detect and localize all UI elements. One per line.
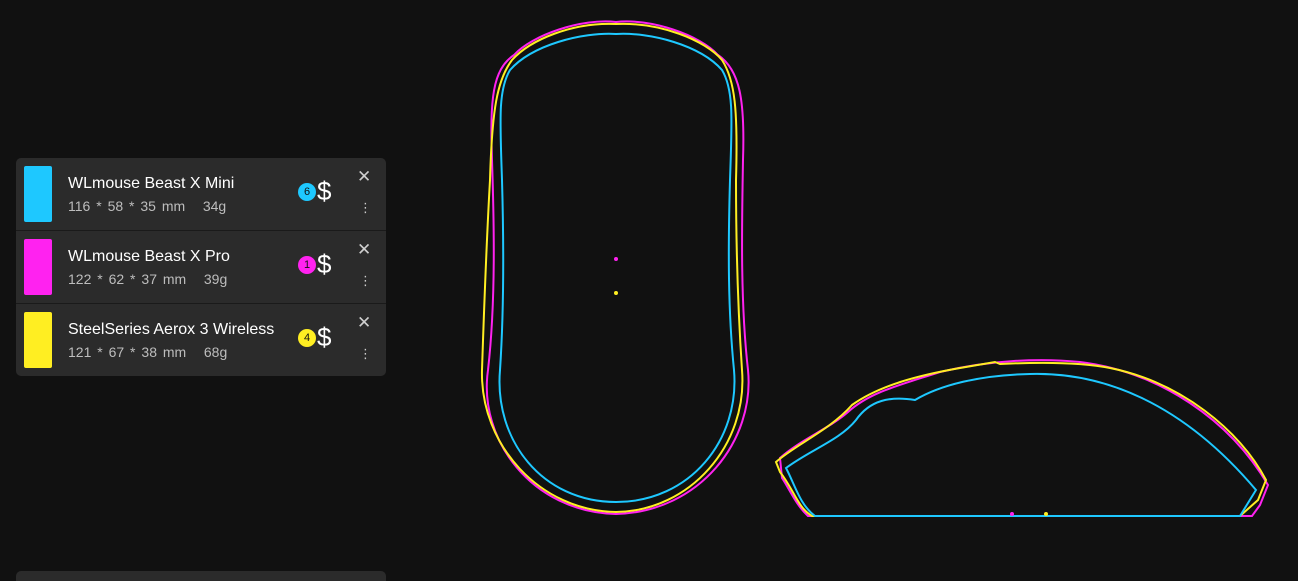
side-dot-pro bbox=[1010, 512, 1014, 516]
side-outline-beast-x-mini bbox=[784, 372, 1258, 517]
side-view bbox=[774, 359, 1270, 517]
side-dot-aerox bbox=[1044, 512, 1048, 516]
app-root: WLmouse Beast X Mini 116 * 58 * 35 mm 34… bbox=[0, 0, 1298, 581]
side-outline-aerox-3 bbox=[774, 360, 1268, 517]
side-outline-beast-x-pro bbox=[778, 359, 1270, 517]
